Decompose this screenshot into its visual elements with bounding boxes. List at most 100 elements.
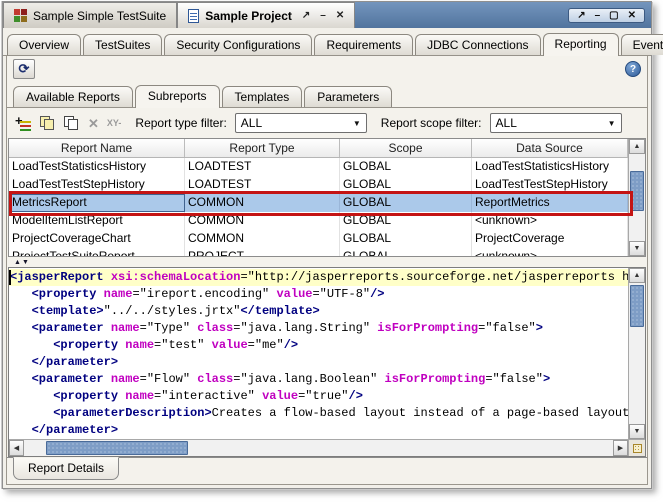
tab-events[interactable]: Events — [620, 34, 663, 55]
code-token: ="java.lang.Boolean" — [233, 372, 385, 386]
scroll-up-icon[interactable]: ▲ — [629, 268, 645, 283]
table-row[interactable]: ProjectTestSuiteReport PROJECT GLOBAL <unkn… — [9, 248, 628, 256]
table-cell[interactable]: ProjectTestSuiteReport — [9, 248, 185, 256]
tab-testsuites[interactable]: TestSuites — [83, 34, 163, 55]
table-cell[interactable]: LoadTestStatisticsHistory — [472, 158, 628, 176]
table-cell[interactable]: LOADTEST — [185, 158, 340, 176]
subtab-templates[interactable]: Templates — [221, 86, 303, 107]
column-header[interactable]: Scope — [340, 139, 472, 157]
table-vertical-scrollbar[interactable]: ▲ ▼ — [628, 139, 645, 256]
tab-jdbc-connections[interactable]: JDBC Connections — [415, 34, 541, 55]
rename-report-icon[interactable]: XY- — [107, 118, 122, 128]
code-token: /> — [283, 338, 299, 352]
sync-button[interactable]: ⟳ — [13, 59, 35, 79]
restore-icon[interactable]: ↗ — [302, 10, 310, 21]
subtab-available-reports[interactable]: Available Reports — [13, 86, 133, 107]
delete-report-icon[interactable]: ✕ — [88, 117, 99, 130]
scroll-down-icon[interactable]: ▼ — [629, 241, 645, 256]
maximize-icon[interactable]: ▢ — [609, 10, 618, 21]
editor-horizontal-scrollbar[interactable]: ◀ ▶ — [9, 439, 628, 456]
table-cell[interactable]: GLOBAL — [340, 230, 472, 248]
close-icon[interactable]: ✕ — [628, 10, 636, 21]
report-scope-filter-select[interactable]: ALL ▼ — [489, 113, 622, 133]
table-cell[interactable]: LoadTestTestStepHistory — [9, 176, 185, 194]
clone-report-icon[interactable] — [64, 115, 80, 131]
code-line[interactable]: </parameter> — [9, 422, 628, 439]
code-line[interactable]: <parameter name="Flow" class="java.lang.… — [9, 371, 628, 388]
tab-security-configurations[interactable]: Security Configurations — [164, 34, 313, 55]
code-line[interactable]: <parameter name="Type" class="java.lang.… — [9, 320, 628, 337]
tab-reporting[interactable]: Reporting — [542, 33, 619, 56]
code-token: xsi:schemaLocation — [110, 270, 241, 284]
view-tab-sample-project[interactable]: Sample Project ↗ – ✕ — [177, 2, 356, 28]
table-cell[interactable]: ProjectCoverageChart — [9, 230, 185, 248]
scrollbar-thumb[interactable] — [46, 441, 188, 455]
help-icon[interactable]: ? — [625, 61, 641, 77]
table-cell[interactable]: COMMON — [185, 212, 340, 230]
table-cell[interactable]: COMMON — [185, 194, 340, 212]
splitter-sash[interactable]: ▲ ▼ — [7, 257, 647, 267]
table-cell[interactable]: ProjectCoverage — [472, 230, 628, 248]
column-header[interactable]: Report Name — [9, 139, 185, 157]
bottomtab-report-details[interactable]: Report Details — [13, 457, 120, 480]
code-token: <property — [53, 389, 119, 403]
scroll-up-icon[interactable]: ▲ — [629, 139, 645, 154]
table-cell[interactable]: COMMON — [185, 230, 340, 248]
subtab-subreports[interactable]: Subreports — [134, 85, 220, 108]
view-tab-sample-simple-testsuite[interactable]: Sample Simple TestSuite — [3, 2, 178, 28]
table-row[interactable]: MetricsReport COMMON GLOBAL ReportMetrics — [9, 194, 628, 212]
minimize-icon[interactable]: – — [595, 10, 601, 21]
scroll-left-icon[interactable]: ◀ — [9, 440, 24, 456]
code-line[interactable]: </parameter> — [9, 354, 628, 371]
table-cell[interactable]: GLOBAL — [340, 194, 472, 212]
splitter-collapse-up-icon[interactable]: ▲ — [14, 259, 21, 266]
table-cell[interactable]: <unknown> — [472, 212, 628, 230]
scrollbar-thumb[interactable] — [630, 285, 644, 327]
table-cell[interactable]: LoadTestTestStepHistory — [472, 176, 628, 194]
tab-overview[interactable]: Overview — [7, 34, 82, 55]
subtab-parameters[interactable]: Parameters — [304, 86, 393, 107]
xml-source-editor[interactable]: <jasperReport xsi:schemaLocation="http:/… — [8, 267, 646, 457]
code-token: /> — [348, 389, 363, 403]
tab-requirements[interactable]: Requirements — [314, 34, 414, 55]
add-subreport-icon[interactable]: + — [15, 113, 32, 131]
column-header[interactable]: Report Type — [185, 139, 340, 157]
table-cell[interactable]: GLOBAL — [340, 212, 472, 230]
scroll-right-icon[interactable]: ▶ — [613, 440, 628, 456]
close-icon[interactable]: ✕ — [336, 10, 344, 21]
table-cell[interactable]: PROJECT — [185, 248, 340, 256]
scrollbar-track[interactable] — [24, 440, 613, 456]
copy-report-icon[interactable] — [40, 115, 56, 131]
scroll-down-icon[interactable]: ▼ — [629, 424, 645, 439]
table-cell[interactable]: <unknown> — [472, 248, 628, 256]
table-cell[interactable]: GLOBAL — [340, 158, 472, 176]
table-cell[interactable]: ReportMetrics — [472, 194, 628, 212]
restore-icon[interactable]: ↗ — [577, 10, 585, 21]
table-row[interactable]: ProjectCoverageChart COMMON GLOBAL ProjectC… — [9, 230, 628, 248]
minimize-icon[interactable]: – — [320, 10, 326, 21]
scrollbar-thumb[interactable] — [630, 171, 644, 211]
table-cell[interactable]: LoadTestStatisticsHistory — [9, 158, 185, 176]
xml-editor-content[interactable]: <jasperReport xsi:schemaLocation="http:/… — [9, 269, 628, 439]
code-line[interactable]: <property name="interactive" value="true… — [9, 388, 628, 405]
code-line[interactable]: <jasperReport xsi:schemaLocation="http:/… — [9, 269, 628, 286]
code-line[interactable]: <template>"../../styles.jrtx"</template> — [9, 303, 628, 320]
table-cell[interactable]: ModelItemListReport — [9, 212, 185, 230]
report-type-filter-select[interactable]: ALL ▼ — [234, 113, 367, 133]
column-header[interactable]: Data Source — [472, 139, 628, 157]
table-cell[interactable]: GLOBAL — [340, 176, 472, 194]
table-cell[interactable]: MetricsReport — [9, 194, 185, 212]
code-line[interactable]: <property name="ireport.encoding" value=… — [9, 286, 628, 303]
line-glyph — [20, 124, 31, 127]
editor-vertical-scrollbar[interactable]: ▲ ▼ — [628, 268, 645, 439]
table-row[interactable]: LoadTestStatisticsHistory LOADTEST GLOBAL L… — [9, 158, 628, 176]
code-line[interactable]: <property name="test" value="me"/> — [9, 337, 628, 354]
splitter-collapse-down-icon[interactable]: ▼ — [22, 259, 29, 266]
table-row[interactable]: ModelItemListReport COMMON GLOBAL <unknown> — [9, 212, 628, 230]
table-cell[interactable]: GLOBAL — [340, 248, 472, 256]
table-cell[interactable]: LOADTEST — [185, 176, 340, 194]
project-document-icon — [185, 8, 200, 26]
code-line[interactable]: <parameterDescription>Creates a flow-bas… — [9, 405, 628, 422]
editor-corner-button[interactable] — [628, 439, 645, 456]
table-row[interactable]: LoadTestTestStepHistory LOADTEST GLOBAL Loa… — [9, 176, 628, 194]
